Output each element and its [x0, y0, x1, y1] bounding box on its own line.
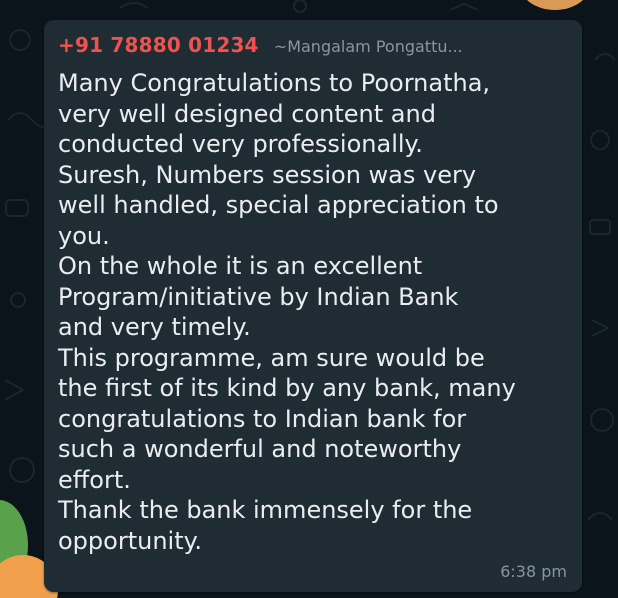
message-line: the first of its kind by any bank, many: [58, 374, 516, 402]
message-line: effort.: [58, 465, 131, 494]
message-line: you.: [58, 221, 110, 250]
message-line: Suresh, Numbers session was very: [58, 160, 477, 189]
message-line: On the whole it is an excellent: [58, 252, 423, 280]
message-line: conducted very professionally.: [58, 130, 423, 158]
message-line: very well designed content and: [58, 99, 436, 128]
message-timestamp: 6:38 pm: [500, 562, 567, 581]
message-bubble[interactable]: +91 78880 01234 ~Mangalam Pongattu... Ma…: [44, 20, 582, 592]
message-line: Thank the bank immensely for the: [58, 496, 473, 524]
message-line: and very timely.: [58, 313, 251, 341]
message-line: This programme, am sure would be: [58, 343, 485, 372]
message-text: Many Congratulations to Poornatha, very …: [58, 68, 570, 556]
message-sender-line: +91 78880 01234 ~Mangalam Pongattu...: [58, 33, 568, 63]
message-line: Many Congratulations to Poornatha,: [58, 69, 491, 97]
message-line: such a wonderful and noteworthy: [58, 435, 462, 463]
message-line: well handled, special appreciation to: [58, 191, 499, 219]
sender-phone-number[interactable]: +91 78880 01234: [58, 33, 259, 57]
message-line: Program/initiative by Indian Bank: [58, 282, 459, 311]
sender-display-name: ~Mangalam Pongattu...: [273, 37, 463, 56]
message-line: congratulations to Indian bank for: [58, 404, 467, 433]
message-line: opportunity.: [58, 526, 203, 555]
